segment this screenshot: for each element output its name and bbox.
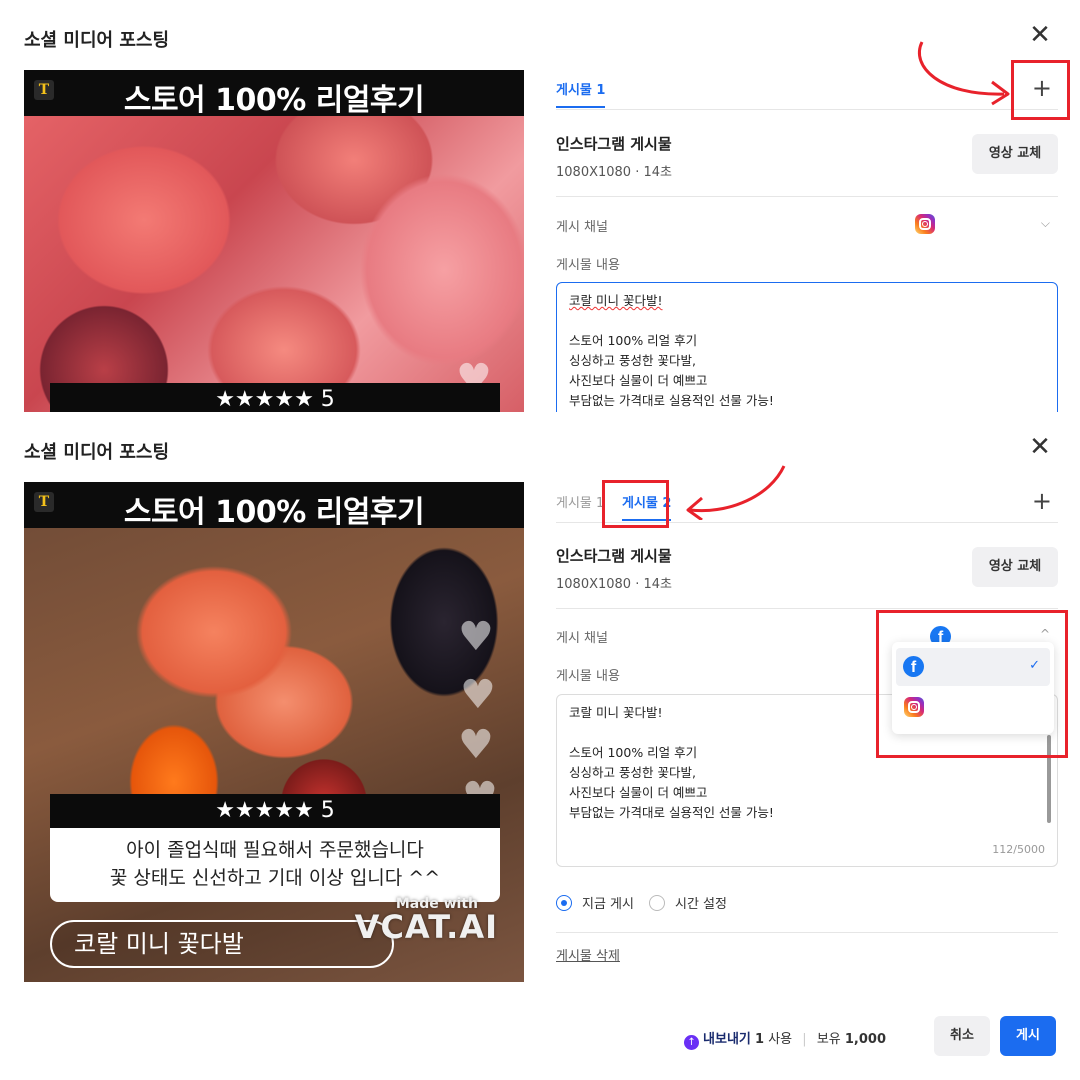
content-line: 부담없는 가격대로 실용적인 선물 가능! — [569, 805, 774, 820]
post-settings: 게시물 1 게시물 2 + 인스타그램 게시물 1080X1080 · 14초 … — [556, 412, 1058, 1080]
divider — [556, 196, 1058, 197]
post-tabs: 게시물 1 게시물 2 + — [556, 487, 1058, 523]
content-label: 게시물 내용 — [556, 258, 620, 273]
export-icon: ↑ — [684, 1035, 700, 1050]
char-counter: 112/5000 — [992, 843, 1045, 856]
content-line: 스토어 100% 리얼 후기 — [569, 333, 698, 348]
heart-icon: ♥ — [458, 614, 494, 660]
tab-post-2[interactable]: 게시물 2 — [622, 492, 672, 521]
watermark: Made with VCAT.AI — [354, 896, 498, 946]
content-line: 사진보다 실물이 더 예쁘고 — [569, 785, 708, 800]
content-line: 부담없는 가격대로 실용적인 선물 가능! — [569, 393, 774, 408]
rating-stars: ★★★★★ 5 — [50, 794, 500, 828]
dropdown-option-facebook[interactable]: f ✓ — [896, 648, 1050, 686]
content-line: 코랄 미니 꽃다발! — [569, 293, 663, 308]
post-spec: 1080X1080 · 14초 — [556, 165, 672, 180]
instagram-icon — [904, 697, 924, 717]
radio-label: 시간 설정 — [675, 897, 727, 912]
review-line: 꽃 상태도 신선하고 기대 이상 입니다 ^^ — [109, 867, 441, 889]
modal-title: 소셜 미디어 포스팅 — [24, 442, 170, 463]
banner-text: 스토어 100% 리얼후기 — [123, 83, 425, 118]
content-label: 게시물 내용 — [556, 669, 620, 684]
post-type: 인스타그램 게시물 — [556, 547, 672, 565]
preview-banner: T 스토어 100% 리얼후기 — [24, 70, 524, 118]
channel-dropdown: f ✓ — [892, 642, 1054, 734]
radio-post-now[interactable] — [556, 895, 572, 911]
cancel-button[interactable]: 취소 — [934, 1016, 990, 1056]
radio-label: 지금 게시 — [582, 897, 634, 912]
radio-schedule[interactable] — [649, 895, 665, 911]
divider — [556, 608, 1058, 609]
heart-icon: ♥ — [458, 722, 494, 768]
product-name: 코랄 미니 꽃다발 — [50, 920, 394, 968]
chevron-up-icon[interactable]: ^ — [1040, 627, 1050, 641]
facebook-icon: f — [903, 656, 924, 677]
tab-post-1[interactable]: 게시물 1 — [556, 492, 604, 519]
content-textarea[interactable]: 코랄 미니 꽃다발! 스토어 100% 리얼 후기 싱싱하고 풍성한 꽃다발, … — [556, 282, 1058, 412]
content-line: 사진보다 실물이 더 예쁘고 — [569, 373, 708, 388]
check-icon: ✓ — [1029, 658, 1040, 673]
export-credits: ↑ 내보내기 1 사용 | 보유 1,000 — [684, 1028, 886, 1050]
instagram-icon[interactable] — [915, 214, 935, 234]
posting-modal-step2: 소셜 미디어 포스팅 ✕ T 스토어 100% 리얼후기 ♥ ♥ ♥ ♥ ★★★… — [0, 412, 1080, 1080]
dropdown-option-instagram[interactable] — [896, 688, 1050, 726]
content-line: 싱싱하고 풍성한 꽃다발, — [569, 765, 696, 780]
divider — [556, 932, 1058, 933]
review-line: 아이 졸업식때 필요해서 주문했습니다 — [126, 839, 424, 861]
tab-post-1[interactable]: 게시물 1 — [556, 79, 606, 108]
post-spec: 1080X1080 · 14초 — [556, 577, 672, 592]
review-text: 아이 졸업식때 필요해서 주문했습니다 꽃 상태도 신선하고 기대 이상 입니다… — [50, 828, 500, 902]
replace-video-button[interactable]: 영상 교체 — [972, 547, 1058, 587]
textarea-scrollbar[interactable] — [1047, 735, 1051, 823]
banner-text: 스토어 100% 리얼후기 — [123, 495, 425, 530]
rating-stars: ★★★★★ 5 — [50, 383, 500, 412]
add-post-button[interactable]: + — [1032, 487, 1052, 515]
post-type: 인스타그램 게시물 — [556, 135, 672, 153]
content-line: 싱싱하고 풍성한 꽃다발, — [569, 353, 696, 368]
add-post-button[interactable]: + — [1032, 74, 1052, 102]
video-preview: T 스토어 100% 리얼후기 ♥ ★★★★★ 5 — [24, 70, 524, 412]
post-tabs: 게시물 1 + — [556, 74, 1058, 110]
delete-post-link[interactable]: 게시물 삭제 — [556, 945, 620, 964]
modal-footer: ↑ 내보내기 1 사용 | 보유 1,000 취소 게시 — [536, 1016, 1056, 1056]
replace-video-button[interactable]: 영상 교체 — [972, 134, 1058, 174]
preview-banner: T 스토어 100% 리얼후기 — [24, 482, 524, 530]
heart-icon: ♥ — [460, 672, 496, 718]
content-line: 스토어 100% 리얼 후기 — [569, 745, 698, 760]
channel-label: 게시 채널 — [556, 631, 608, 646]
post-settings: 게시물 1 + 인스타그램 게시물 1080X1080 · 14초 영상 교체 … — [556, 0, 1058, 412]
chevron-down-icon[interactable]: ⌵ — [1041, 216, 1050, 231]
channel-label: 게시 채널 — [556, 220, 608, 235]
post-button[interactable]: 게시 — [1000, 1016, 1056, 1056]
preview-image — [24, 70, 524, 412]
posting-modal-step1: 소셜 미디어 포스팅 ✕ T 스토어 100% 리얼후기 ♥ ★★★★★ 5 게… — [0, 0, 1080, 412]
modal-title: 소셜 미디어 포스팅 — [24, 30, 170, 51]
content-line — [569, 311, 1045, 331]
video-preview: T 스토어 100% 리얼후기 ♥ ♥ ♥ ♥ ★★★★★ 5 아이 졸업식때 … — [24, 482, 524, 982]
